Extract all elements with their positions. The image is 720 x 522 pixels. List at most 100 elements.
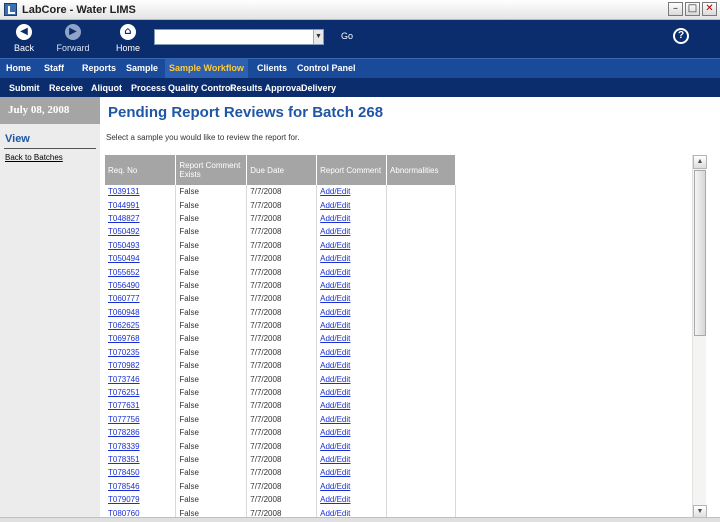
- req-no-link[interactable]: T078286: [108, 428, 140, 437]
- req-no-link[interactable]: T078351: [108, 455, 140, 464]
- go-button[interactable]: Go: [341, 31, 353, 41]
- nav-reports[interactable]: Reports: [82, 63, 116, 73]
- scroll-up-icon[interactable]: ▲: [693, 155, 707, 169]
- chevron-down-icon[interactable]: ▼: [313, 30, 323, 44]
- nav-home[interactable]: Home: [6, 63, 31, 73]
- add-edit-link[interactable]: Add/Edit: [320, 401, 350, 410]
- req-no-link[interactable]: T078450: [108, 468, 140, 477]
- add-edit-cell: Add/Edit: [316, 198, 388, 212]
- add-edit-link[interactable]: Add/Edit: [320, 214, 350, 223]
- help-icon[interactable]: ?: [673, 28, 689, 44]
- req-no-link[interactable]: T076251: [108, 388, 140, 397]
- add-edit-link[interactable]: Add/Edit: [320, 348, 350, 357]
- add-edit-link[interactable]: Add/Edit: [320, 455, 350, 464]
- add-edit-link[interactable]: Add/Edit: [320, 334, 350, 343]
- req-no-link[interactable]: T055652: [108, 268, 140, 277]
- home-button[interactable]: ⌂ Home: [105, 24, 151, 53]
- table-header-row: Req. No Report Comment Exists Due Date R…: [105, 155, 456, 185]
- add-edit-link[interactable]: Add/Edit: [320, 281, 350, 290]
- req-no-link[interactable]: T048827: [108, 214, 140, 223]
- req-no-link[interactable]: T073746: [108, 375, 140, 384]
- comment-exists-cell: False: [179, 240, 199, 250]
- add-edit-link[interactable]: Add/Edit: [320, 415, 350, 424]
- subnav-delivery[interactable]: Delivery: [301, 83, 336, 93]
- req-no-link[interactable]: T056490: [108, 281, 140, 290]
- due-date-cell: 7/7/2008: [250, 187, 282, 197]
- minimize-icon[interactable]: –: [668, 2, 683, 16]
- add-edit-link[interactable]: Add/Edit: [320, 442, 350, 451]
- subnav-process[interactable]: Process: [131, 83, 166, 93]
- due-date-cell: 7/7/2008: [246, 278, 318, 293]
- table-row: T077631 False 7/7/2008 Add/Edit: [105, 399, 456, 413]
- add-edit-link[interactable]: Add/Edit: [320, 201, 350, 210]
- due-date-cell: 7/7/2008: [250, 200, 282, 210]
- req-no-link[interactable]: T060777: [108, 294, 140, 303]
- req-no-link[interactable]: T050493: [108, 241, 140, 250]
- header-req-no[interactable]: Req. No: [105, 155, 177, 185]
- req-no-cell: T056490: [105, 278, 177, 293]
- comment-exists-cell: False: [179, 428, 199, 438]
- add-edit-link[interactable]: Add/Edit: [320, 482, 350, 491]
- back-to-batches-link[interactable]: Back to Batches: [5, 153, 100, 162]
- add-edit-link[interactable]: Add/Edit: [320, 495, 350, 504]
- subnav-receive[interactable]: Receive: [49, 83, 83, 93]
- scroll-thumb[interactable]: [694, 170, 706, 336]
- nav-sample[interactable]: Sample: [126, 63, 158, 73]
- req-no-link[interactable]: T070235: [108, 348, 140, 357]
- maximize-icon[interactable]: □: [685, 2, 700, 16]
- add-edit-link[interactable]: Add/Edit: [320, 268, 350, 277]
- req-no-link[interactable]: T062625: [108, 321, 140, 330]
- subnav-quality-control[interactable]: Quality Control: [168, 83, 233, 93]
- req-no-link[interactable]: T044991: [108, 201, 140, 210]
- nav-staff[interactable]: Staff: [44, 63, 64, 73]
- comment-exists-cell: False: [179, 455, 199, 464]
- table-row: T069768 False 7/7/2008 Add/Edit: [105, 332, 456, 346]
- add-edit-link[interactable]: Add/Edit: [320, 468, 350, 477]
- req-no-link[interactable]: T050492: [108, 227, 140, 236]
- due-date-cell: 7/7/2008: [250, 428, 282, 438]
- nav-sample-workflow[interactable]: Sample Workflow: [165, 59, 248, 78]
- header-abnormalities[interactable]: Abnormalities: [386, 155, 456, 185]
- add-edit-link[interactable]: Add/Edit: [320, 294, 350, 303]
- nav-control-panel[interactable]: Control Panel: [297, 63, 356, 73]
- forward-button[interactable]: ▶ Forward: [50, 24, 96, 53]
- req-no-link[interactable]: T070982: [108, 361, 140, 370]
- req-no-link[interactable]: T077756: [108, 415, 140, 424]
- add-edit-link[interactable]: Add/Edit: [320, 375, 350, 384]
- subnav-submit[interactable]: Submit: [9, 83, 40, 93]
- add-edit-link[interactable]: Add/Edit: [320, 428, 350, 437]
- view-divider: [4, 148, 96, 149]
- back-button[interactable]: ◀ Back: [1, 24, 47, 53]
- add-edit-link[interactable]: Add/Edit: [320, 308, 350, 317]
- vertical-scrollbar[interactable]: ▲ ▼: [692, 155, 707, 519]
- req-no-link[interactable]: T078339: [108, 442, 140, 451]
- req-no-link[interactable]: T050494: [108, 254, 140, 263]
- req-no-link[interactable]: T079079: [108, 495, 140, 504]
- add-edit-link[interactable]: Add/Edit: [320, 361, 350, 370]
- add-edit-link[interactable]: Add/Edit: [320, 254, 350, 263]
- comment-exists-cell: False: [175, 332, 248, 346]
- due-date-cell: 7/7/2008: [250, 294, 282, 304]
- subnav-results-approval[interactable]: Results Approval: [230, 83, 304, 93]
- req-no-link[interactable]: T060948: [108, 308, 140, 317]
- add-edit-link[interactable]: Add/Edit: [320, 321, 350, 330]
- add-edit-link[interactable]: Add/Edit: [320, 241, 350, 250]
- due-date-cell: 7/7/2008: [246, 225, 318, 239]
- add-edit-cell: Add/Edit: [316, 439, 388, 453]
- comment-exists-cell: False: [175, 439, 248, 453]
- add-edit-link[interactable]: Add/Edit: [320, 388, 350, 397]
- add-edit-link[interactable]: Add/Edit: [320, 187, 350, 196]
- subnav-aliquot[interactable]: Aliquot: [91, 83, 122, 93]
- nav-clients[interactable]: Clients: [257, 63, 287, 73]
- req-no-link[interactable]: T039131: [108, 187, 140, 196]
- add-edit-link[interactable]: Add/Edit: [320, 227, 350, 236]
- header-comment-exists[interactable]: Report Comment Exists: [175, 155, 248, 185]
- header-due-date[interactable]: Due Date: [246, 155, 318, 185]
- address-combo[interactable]: ▼: [154, 29, 324, 45]
- close-icon[interactable]: ✕: [702, 2, 717, 16]
- header-report-comment[interactable]: Report Comment: [316, 155, 388, 185]
- req-no-link[interactable]: T069768: [108, 334, 140, 343]
- req-no-link[interactable]: T077631: [108, 401, 140, 410]
- add-edit-cell: Add/Edit: [316, 385, 388, 400]
- req-no-link[interactable]: T078546: [108, 482, 140, 491]
